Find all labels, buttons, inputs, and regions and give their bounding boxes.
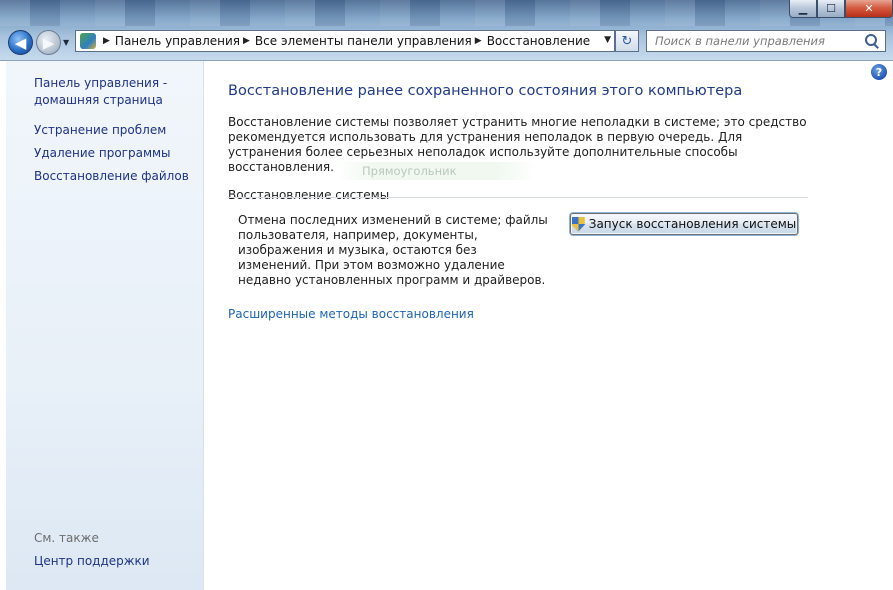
maximize-button[interactable]: ☐ [817,0,845,18]
section-divider [228,197,808,198]
window-controls: ▁ ☐ ✕ [789,0,893,18]
search-input[interactable] [655,34,855,48]
section-title: Восстановление системы [228,188,390,202]
breadcrumb-all-items[interactable]: Все элементы панели управления [255,34,472,48]
refresh-button[interactable]: ↻ [615,30,639,52]
sidebar-item-home[interactable]: Панель управления - домашняя страница [34,75,194,109]
address-dropdown-icon[interactable]: ▼ [604,35,611,45]
search-box[interactable] [646,30,886,52]
section-description: Отмена последних изменений в системе; фа… [238,213,548,287]
breadcrumb-separator-icon[interactable]: ▶ [103,36,110,46]
desktop-background-strip [0,0,893,26]
forward-button[interactable]: ▶ [36,30,61,55]
minimize-button[interactable]: ▁ [789,0,817,18]
search-icon[interactable] [863,32,881,50]
advanced-recovery-link[interactable]: Расширенные методы восстановления [228,307,474,321]
sidebar-item-action-center[interactable]: Центр поддержки [34,553,194,570]
window-body: Панель управления - домашняя страница Ус… [0,60,893,590]
uac-shield-icon [571,216,585,232]
sidebar: Панель управления - домашняя страница Ус… [6,61,204,590]
help-icon[interactable]: ? [871,64,887,80]
address-bar[interactable]: ▶ Панель управления ▶ Все элементы панел… [75,30,615,52]
ghost-tooltip: Прямоугольник [336,162,536,180]
sidebar-item-file-recovery[interactable]: Восстановление файлов [34,168,194,185]
sidebar-item-uninstall[interactable]: Удаление программы [34,145,194,162]
breadcrumb-control-panel[interactable]: Панель управления [115,34,240,48]
breadcrumb-separator-icon[interactable]: ▶ [243,36,250,46]
control-panel-icon [80,33,96,49]
back-button[interactable]: ◀ [8,30,33,55]
breadcrumb-recovery[interactable]: Восстановление [487,34,590,48]
start-system-restore-button[interactable]: Запуск восстановления системы [570,213,798,235]
close-button[interactable]: ✕ [845,0,893,18]
sidebar-item-troubleshooting[interactable]: Устранение проблем [34,122,194,139]
start-system-restore-label: Запуск восстановления системы [588,217,797,231]
page-title: Восстановление ранее сохраненного состоя… [228,83,743,99]
see-also-heading: См. также [34,531,99,545]
recent-pages-dropdown-icon[interactable]: ▼ [63,38,69,47]
breadcrumb-separator-icon[interactable]: ▶ [475,36,482,46]
